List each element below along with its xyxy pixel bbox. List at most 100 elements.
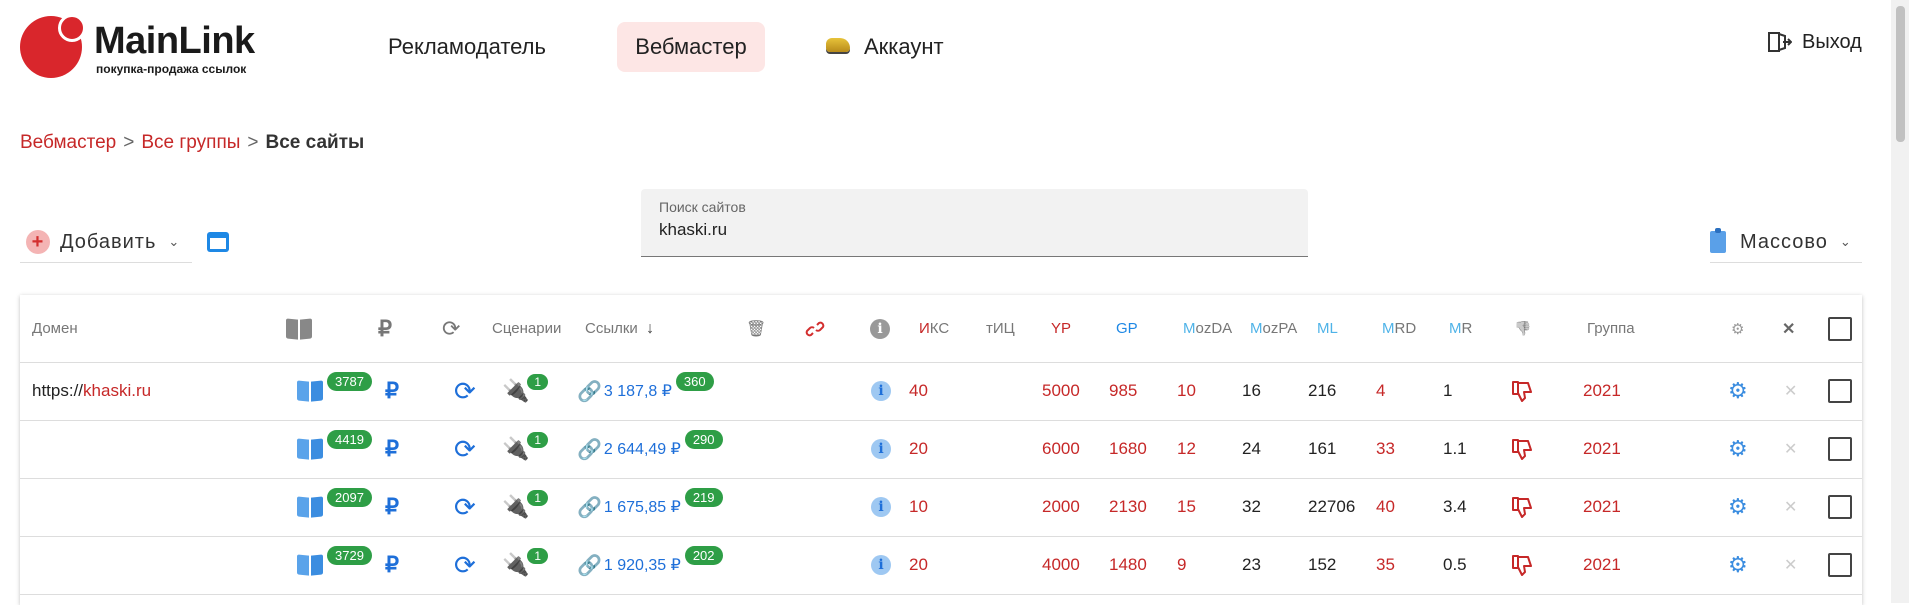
thumb-down-button[interactable]	[1510, 478, 1536, 536]
pages-cell[interactable]: 2097	[297, 478, 372, 536]
col-mozda-prefix: M	[1183, 320, 1196, 337]
logo-tagline: покупка-продажа ссылок	[96, 62, 247, 76]
row-checkbox[interactable]	[1828, 362, 1852, 420]
mrd-value: 4	[1376, 381, 1386, 400]
remove-button[interactable]: ✕	[1784, 362, 1797, 420]
group-value[interactable]: 2021	[1583, 420, 1621, 478]
col-price[interactable]: ₽	[378, 295, 392, 362]
col-trash[interactable]: 🗑	[746, 295, 766, 362]
settings-button[interactable]: ⚙	[1728, 420, 1748, 478]
mrd-value: 35	[1376, 555, 1395, 574]
search-input[interactable]	[657, 219, 1281, 241]
settings-button[interactable]: ⚙	[1728, 536, 1748, 594]
col-mozpa-rest: ozPA	[1262, 320, 1298, 337]
col-info[interactable]: i	[870, 295, 890, 362]
col-settings[interactable]: ⚙	[1731, 295, 1744, 362]
ml-value: 152	[1308, 555, 1337, 574]
exit-button[interactable]: Выход	[1766, 30, 1862, 54]
thumb-down-button[interactable]	[1510, 362, 1536, 420]
domain-cell[interactable]: https://khaski.ru	[32, 362, 151, 420]
gear-icon: ⚙	[1728, 552, 1748, 577]
links-cell[interactable]: 🔗 3 187,8 ₽360	[577, 362, 714, 420]
col-tic[interactable]: тИЦ	[986, 295, 1015, 362]
settings-button[interactable]: ⚙	[1728, 478, 1748, 536]
nav-advertiser[interactable]: Рекламодатель	[388, 22, 546, 72]
col-mrd[interactable]: M RD	[1382, 295, 1416, 362]
col-links[interactable]: Ссылки ↓	[585, 295, 654, 362]
sync-button[interactable]: ⟳	[454, 420, 476, 478]
remove-button[interactable]: ✕	[1784, 420, 1797, 478]
add-dropdown-button[interactable]: + Добавить ⌄	[20, 222, 192, 263]
row-checkbox[interactable]	[1828, 478, 1852, 536]
price-cell[interactable]: ₽	[385, 362, 399, 420]
col-mr[interactable]: MR	[1449, 295, 1472, 362]
info-button[interactable]: i	[871, 420, 891, 478]
site-search-field[interactable]: Поиск сайтов	[641, 189, 1308, 257]
group-value[interactable]: 2021	[1583, 536, 1621, 594]
mass-actions-button[interactable]: Массово ⌄	[1710, 222, 1862, 263]
col-iks-rest: КС	[929, 320, 950, 337]
mozpa-value: 24	[1242, 439, 1261, 458]
group-value[interactable]: 2021	[1583, 478, 1621, 536]
col-mozda[interactable]: MozDA	[1183, 295, 1232, 362]
col-scenarios[interactable]: Сценарии	[492, 295, 561, 362]
sync-button[interactable]: ⟳	[454, 478, 476, 536]
pages-cell[interactable]: 3787	[297, 362, 372, 420]
remove-button[interactable]: ✕	[1784, 478, 1797, 536]
columns-toggle-icon[interactable]	[207, 232, 229, 252]
group-value[interactable]: 2021	[1583, 362, 1621, 420]
nav-account-label: Аккаунт	[864, 34, 944, 59]
scenario-cell[interactable]: 🔌 1	[502, 478, 550, 536]
sync-button[interactable]: ⟳	[454, 362, 476, 420]
breadcrumb-all-groups[interactable]: Все группы	[141, 132, 240, 153]
price-cell[interactable]: ₽	[385, 536, 399, 594]
nav-webmaster[interactable]: Вебмастер	[617, 22, 765, 72]
checkbox-icon	[1828, 379, 1852, 403]
info-icon: i	[871, 555, 891, 575]
col-gp[interactable]: GP	[1116, 295, 1138, 362]
col-broken-link[interactable]	[805, 295, 825, 362]
mainlink-logo[interactable]: MainLink покупка-продажа ссылок	[20, 14, 260, 78]
thumb-down-button[interactable]	[1510, 420, 1536, 478]
ruble-icon: ₽	[385, 436, 399, 461]
breadcrumb-webmaster[interactable]: Вебмастер	[20, 132, 116, 153]
row-checkbox[interactable]	[1828, 536, 1852, 594]
scenario-cell[interactable]: 🔌 1	[502, 362, 550, 420]
link-icon: 🔗	[577, 438, 602, 461]
select-all-checkbox[interactable]	[1828, 295, 1852, 362]
scenario-cell[interactable]: 🔌 1	[502, 420, 550, 478]
col-yr[interactable]: YP	[1051, 295, 1071, 362]
scenario-cell[interactable]: 🔌 1	[502, 536, 550, 594]
col-remove[interactable]: ✕	[1782, 295, 1795, 362]
pages-cell[interactable]: 3729	[297, 536, 372, 594]
thumb-down-icon: 👎	[1514, 320, 1532, 336]
scrollbar-thumb[interactable]	[1896, 6, 1905, 142]
price-cell[interactable]: ₽	[385, 478, 399, 536]
mr-value: 1	[1443, 381, 1453, 400]
col-domain[interactable]: Домен	[32, 295, 78, 362]
mozpa-value: 32	[1242, 497, 1261, 516]
settings-button[interactable]: ⚙	[1728, 362, 1748, 420]
col-iks[interactable]: И КС	[919, 295, 949, 362]
row-checkbox[interactable]	[1828, 420, 1852, 478]
price-cell[interactable]: ₽	[385, 420, 399, 478]
col-group[interactable]: Группа	[1587, 295, 1635, 362]
sync-button[interactable]: ⟳	[454, 536, 476, 594]
col-pages[interactable]	[286, 295, 316, 362]
checkbox-icon	[1828, 316, 1852, 341]
col-mozpa[interactable]: MozPA	[1250, 295, 1297, 362]
links-cell[interactable]: 🔗 1 920,35 ₽202	[577, 536, 723, 594]
domain-name[interactable]: khaski.ru	[83, 381, 151, 401]
col-sync[interactable]: ⟳	[442, 295, 460, 362]
links-cell[interactable]: 🔗 1 675,85 ₽219	[577, 478, 723, 536]
nav-account[interactable]: Аккаунт	[826, 22, 944, 72]
info-button[interactable]: i	[871, 478, 891, 536]
thumb-down-button[interactable]	[1510, 536, 1536, 594]
info-button[interactable]: i	[871, 536, 891, 594]
links-cell[interactable]: 🔗 2 644,49 ₽290	[577, 420, 723, 478]
remove-button[interactable]: ✕	[1784, 536, 1797, 594]
col-ml[interactable]: ML	[1317, 295, 1338, 362]
info-button[interactable]: i	[871, 362, 891, 420]
col-thumb[interactable]: 👎	[1514, 295, 1531, 362]
pages-cell[interactable]: 4419	[297, 420, 372, 478]
